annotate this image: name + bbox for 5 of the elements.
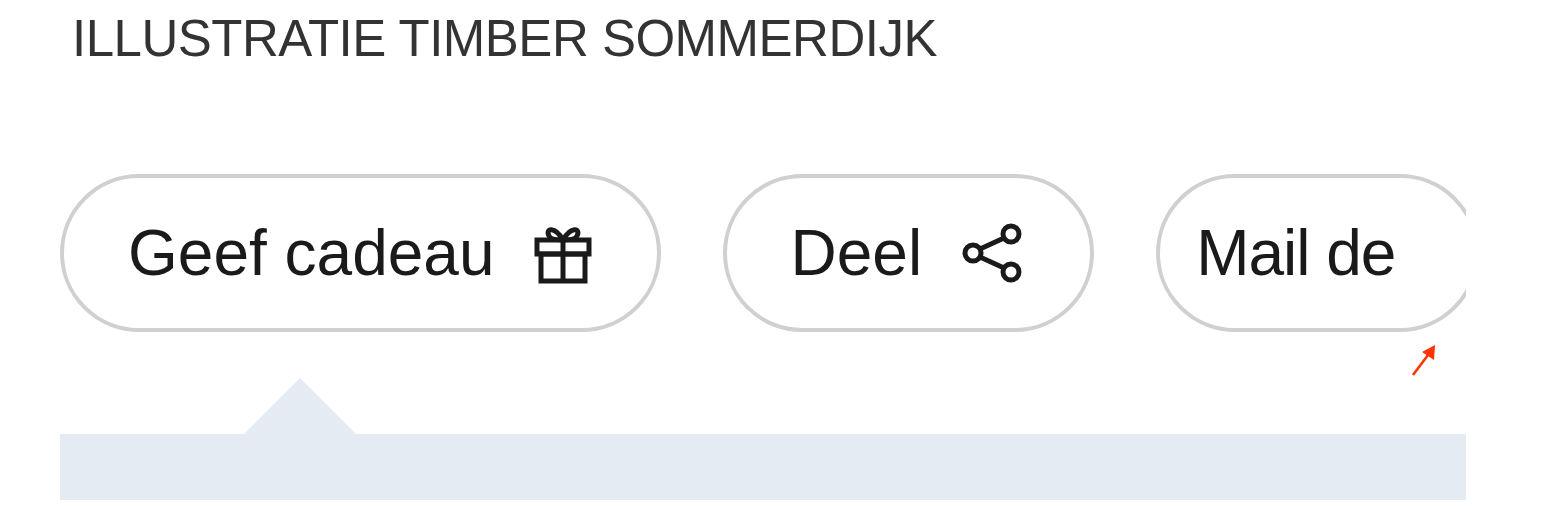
mail-button[interactable]: Mail de [1156,174,1466,332]
share-button[interactable]: Deel [722,174,1095,332]
page-title: ILLUSTRATIE TIMBER SOMMERDIJK [72,9,937,69]
arrow-icon [1410,344,1436,376]
gift-button[interactable]: Geef cadeau [60,174,661,332]
